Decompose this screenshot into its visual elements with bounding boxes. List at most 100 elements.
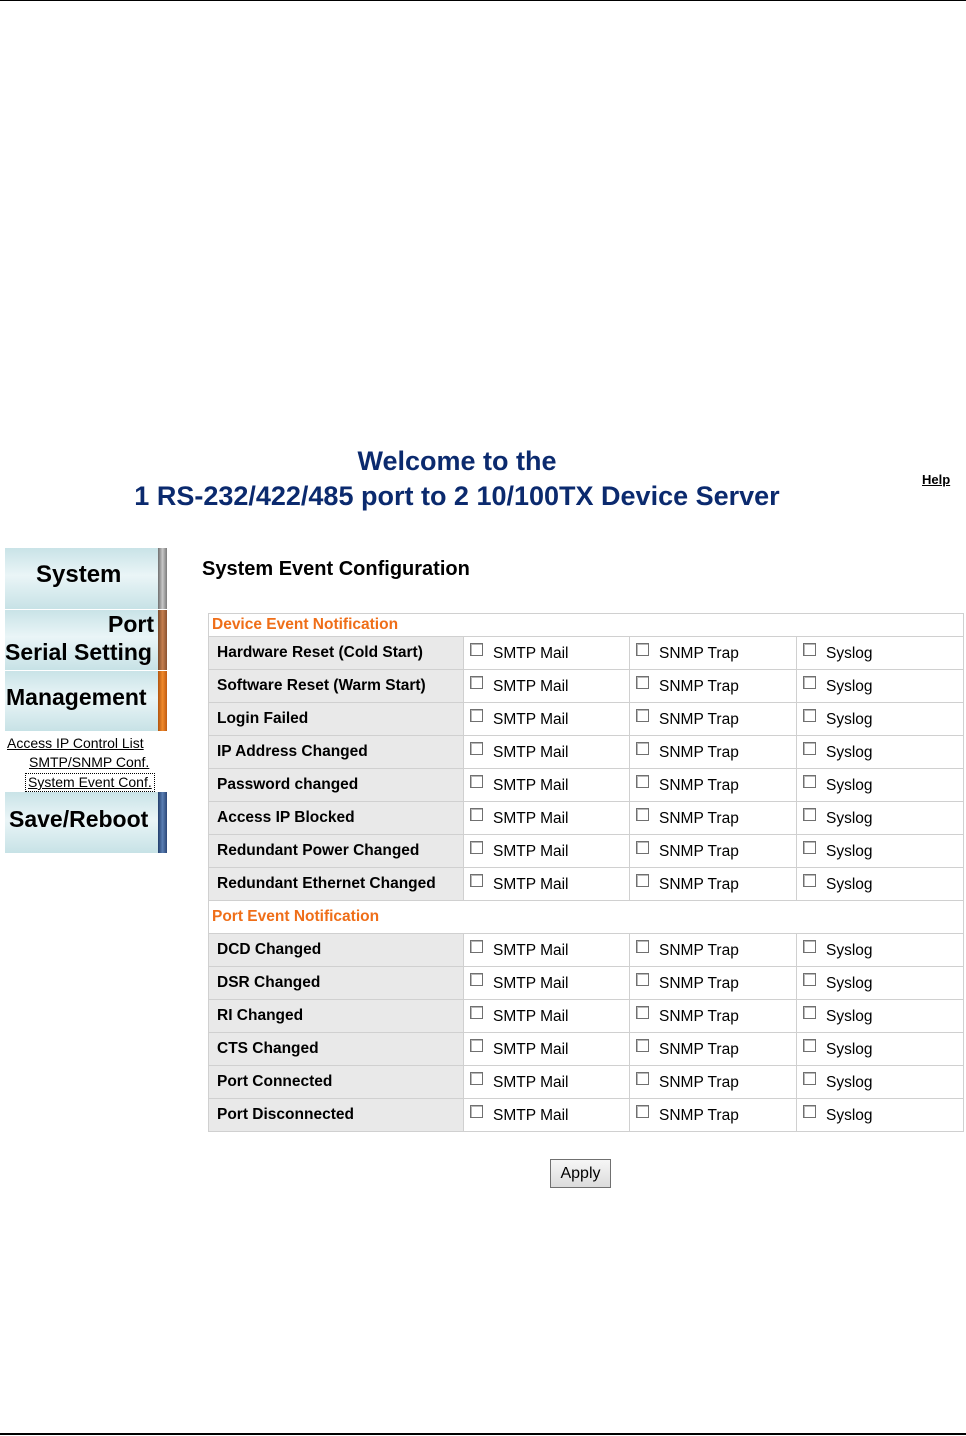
syslog-checkbox[interactable] [803,643,816,656]
snmp-trap-option: SNMP Trap [629,1098,797,1132]
syslog-option: Syslog [795,933,965,967]
device-event-label: Software Reset (Warm Start) [208,669,464,703]
smtp-mail-label: SMTP Mail [493,843,569,860]
sidebar-link-smtp-snmp-conf[interactable]: SMTP/SNMP Conf. [29,754,149,771]
smtp-mail-checkbox[interactable] [470,841,483,854]
syslog-label: Syslog [826,810,873,827]
syslog-option: Syslog [795,768,965,802]
smtp-mail-option: SMTP Mail [463,702,630,736]
sidebar-system-label: System [36,561,122,588]
smtp-mail-checkbox[interactable] [470,742,483,755]
snmp-trap-checkbox[interactable] [636,874,649,887]
sidebar-port-button[interactable]: Port Serial Setting [5,610,167,670]
device-event-label: Password changed [208,768,464,802]
syslog-label: Syslog [826,1074,873,1091]
snmp-trap-checkbox[interactable] [636,775,649,788]
snmp-trap-checkbox[interactable] [636,1039,649,1052]
syslog-checkbox[interactable] [803,874,816,887]
syslog-label: Syslog [826,744,873,761]
smtp-mail-label: SMTP Mail [493,810,569,827]
snmp-trap-checkbox[interactable] [636,1006,649,1019]
device-event-label: Redundant Power Changed [208,834,464,868]
syslog-checkbox[interactable] [803,775,816,788]
smtp-mail-checkbox[interactable] [470,874,483,887]
smtp-mail-option: SMTP Mail [463,1032,630,1066]
smtp-mail-checkbox[interactable] [470,940,483,953]
syslog-checkbox[interactable] [803,1006,816,1019]
welcome-line1: Welcome to the [357,446,557,476]
syslog-checkbox[interactable] [803,940,816,953]
snmp-trap-checkbox[interactable] [636,1072,649,1085]
snmp-trap-label: SNMP Trap [659,843,739,860]
help-link[interactable]: Help [922,472,950,487]
port-event-label: RI Changed [208,999,464,1033]
smtp-mail-label: SMTP Mail [493,1041,569,1058]
snmp-trap-checkbox[interactable] [636,709,649,722]
sidebar-link-system-event-conf[interactable]: System Event Conf. [25,773,155,792]
table-row: Redundant Ethernet Changed SMTP Mail SNMP … [208,867,965,901]
device-event-section-row: Device Event Notification [207,613,965,637]
syslog-checkbox[interactable] [803,1039,816,1052]
syslog-checkbox[interactable] [803,1105,816,1118]
snmp-trap-label: SNMP Trap [659,744,739,761]
syslog-checkbox[interactable] [803,808,816,821]
syslog-checkbox[interactable] [803,973,816,986]
smtp-mail-label: SMTP Mail [493,1107,569,1124]
smtp-mail-checkbox[interactable] [470,1072,483,1085]
smtp-mail-checkbox[interactable] [470,1006,483,1019]
port-event-section-title: Port Event Notification [207,900,965,934]
syslog-option: Syslog [795,636,965,670]
smtp-mail-checkbox[interactable] [470,808,483,821]
syslog-option: Syslog [795,1065,965,1099]
port-event-label: DCD Changed [208,933,464,967]
table-row: Redundant Power Changed SMTP Mail SNMP Tra… [208,834,965,868]
welcome-line2: 1 RS-232/422/485 port to 2 10/100TX Devi… [134,481,780,511]
apply-button[interactable]: Apply [550,1159,611,1188]
smtp-mail-label: SMTP Mail [493,744,569,761]
sidebar-system-button[interactable]: System [5,548,167,609]
bottom-rule [0,1433,966,1435]
smtp-mail-checkbox[interactable] [470,643,483,656]
smtp-mail-option: SMTP Mail [463,834,630,868]
sidebar-management-button[interactable]: Management [5,671,167,731]
snmp-trap-label: SNMP Trap [659,711,739,728]
syslog-checkbox[interactable] [803,742,816,755]
snmp-trap-checkbox[interactable] [636,676,649,689]
sidebar-link-access-ip-control[interactable]: Access IP Control List [7,735,144,752]
snmp-trap-option: SNMP Trap [629,702,797,736]
smtp-mail-label: SMTP Mail [493,942,569,959]
snmp-trap-checkbox[interactable] [636,808,649,821]
snmp-trap-checkbox[interactable] [636,973,649,986]
snmp-trap-label: SNMP Trap [659,1107,739,1124]
syslog-label: Syslog [826,876,873,893]
smtp-mail-option: SMTP Mail [463,669,630,703]
syslog-checkbox[interactable] [803,709,816,722]
smtp-mail-label: SMTP Mail [493,645,569,662]
sidebar-save-reboot-button[interactable]: Save/Reboot [5,792,167,853]
snmp-trap-checkbox[interactable] [636,841,649,854]
smtp-mail-checkbox[interactable] [470,709,483,722]
snmp-trap-option: SNMP Trap [629,1065,797,1099]
syslog-checkbox[interactable] [803,841,816,854]
snmp-trap-checkbox[interactable] [636,1105,649,1118]
snmp-trap-checkbox[interactable] [636,940,649,953]
snmp-trap-checkbox[interactable] [636,742,649,755]
smtp-mail-label: SMTP Mail [493,876,569,893]
device-event-label: Access IP Blocked [208,801,464,835]
page-title: System Event Configuration [202,558,470,580]
port-event-label: CTS Changed [208,1032,464,1066]
snmp-trap-option: SNMP Trap [629,636,797,670]
syslog-checkbox[interactable] [803,676,816,689]
smtp-mail-checkbox[interactable] [470,775,483,788]
snmp-trap-label: SNMP Trap [659,1008,739,1025]
syslog-label: Syslog [826,843,873,860]
snmp-trap-checkbox[interactable] [636,643,649,656]
smtp-mail-checkbox[interactable] [470,1105,483,1118]
table-row: RI Changed SMTP Mail SNMP Trap Syslog [208,999,965,1033]
smtp-mail-checkbox[interactable] [470,676,483,689]
syslog-checkbox[interactable] [803,1072,816,1085]
smtp-mail-checkbox[interactable] [470,973,483,986]
syslog-label: Syslog [826,942,873,959]
device-event-section-title: Device Event Notification [207,613,965,637]
smtp-mail-checkbox[interactable] [470,1039,483,1052]
